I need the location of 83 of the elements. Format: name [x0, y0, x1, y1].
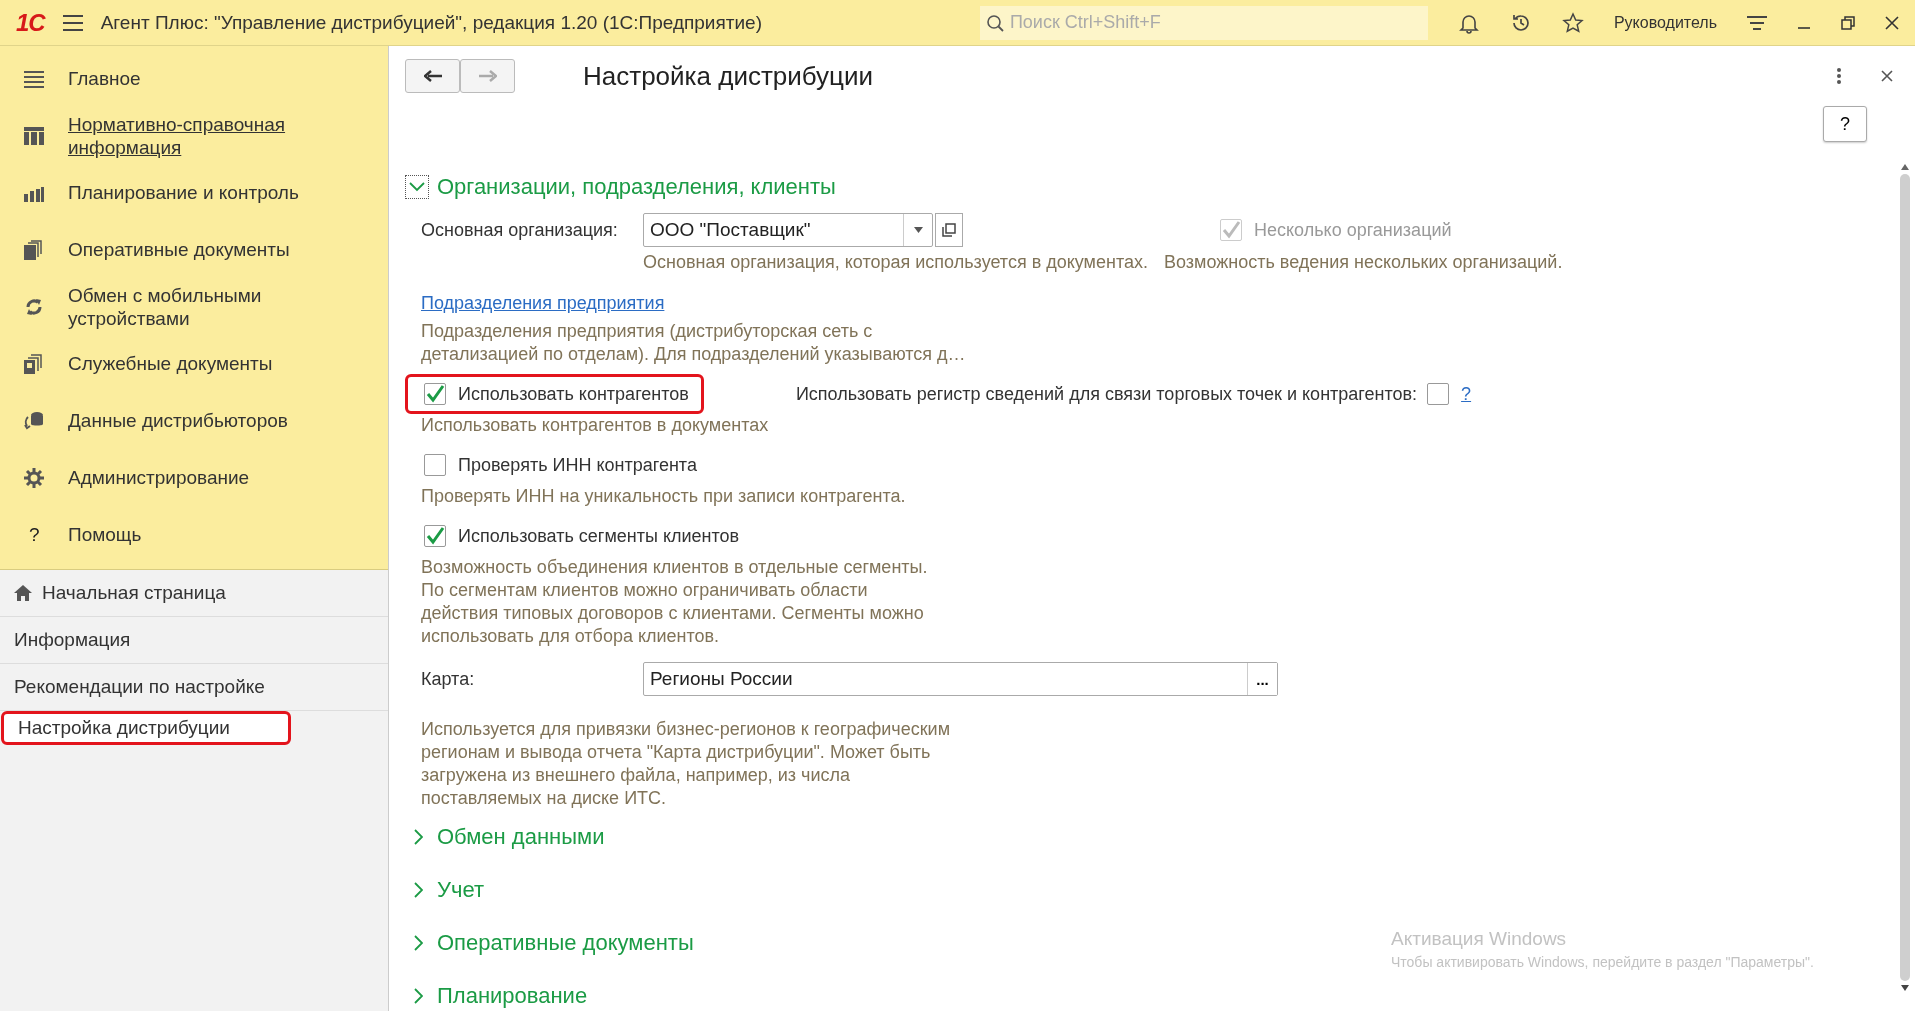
group-title[interactable]: Планирование: [437, 982, 588, 1009]
map-field[interactable]: Регионы России ...: [643, 662, 1278, 696]
checkbox[interactable]: [1427, 383, 1450, 405]
checkbox[interactable]: [424, 454, 446, 476]
scrollbar[interactable]: [1899, 164, 1911, 991]
left-arrow-icon: [423, 70, 442, 82]
group-title[interactable]: Организации, подразделения, клиенты: [437, 174, 836, 200]
checkbox-label: Использовать сегменты клиентов: [458, 525, 740, 547]
documents-icon: [24, 239, 42, 260]
chevron-icon: [413, 881, 423, 898]
search-field[interactable]: Поиск Ctrl+Shift+F: [979, 5, 1428, 40]
list-icon: [24, 69, 44, 88]
open-button[interactable]: [935, 213, 963, 247]
checkbox-label: Несколько организаций: [1254, 219, 1452, 241]
choose-button[interactable]: ...: [1247, 663, 1277, 695]
section-link[interactable]: Планирование и контроль: [68, 181, 328, 204]
checkbox-hint: Возможность ведения нескольких организаций.: [1164, 252, 1563, 273]
open-page-tab[interactable]: Информация: [0, 617, 388, 664]
section-link[interactable]: Помощь: [68, 523, 328, 546]
star-icon[interactable]: [1561, 11, 1584, 34]
checkbox-hint: Использовать контрагентов в документах: [420, 414, 770, 437]
checkbox-label: Использовать контрагентов: [458, 383, 689, 405]
section-link[interactable]: Оперативные документы: [68, 238, 328, 261]
divisions-link[interactable]: Подразделения предприятия: [421, 293, 665, 314]
sync-icon: [24, 296, 44, 317]
group-title[interactable]: Учет: [437, 876, 485, 903]
help-icon: ?: [24, 523, 40, 546]
restore-icon[interactable]: [1841, 15, 1855, 30]
table-icon: [24, 126, 44, 145]
field-label: Основная организация:: [421, 219, 619, 241]
chevron-icon: [409, 182, 425, 192]
group-title[interactable]: Обмен данными: [437, 823, 605, 850]
checkbox[interactable]: [424, 525, 446, 547]
expand-toggle[interactable]: [413, 828, 423, 845]
dropdown-icon: [913, 227, 923, 233]
scroll-up-icon[interactable]: [1901, 164, 1909, 170]
section-link[interactable]: Обмен с мобильными устройствами: [68, 283, 328, 330]
checkbox-hint: Проверять ИНН на уникальность при записи контрагента.: [420, 485, 907, 508]
open-page-tab[interactable]: Настройка дистрибуции: [1, 711, 291, 745]
settings-menu-icon[interactable]: [1747, 14, 1767, 31]
chevron-icon: [413, 828, 423, 845]
help-link[interactable]: ?: [1461, 383, 1472, 405]
section-link[interactable]: Данные дистрибьюторов: [68, 409, 328, 432]
field-hint: Основная организация, которая используется в документах.: [643, 252, 1148, 273]
window-title: Агент Плюс: "Управление дистрибуцией", редакция 1.20 (1С:Предприятие): [100, 11, 763, 34]
documents-icon: [24, 353, 42, 374]
section-link[interactable]: Администрирование: [68, 466, 328, 489]
gear-icon: [24, 467, 44, 488]
checkbox-label: Использовать регистр сведений для связи торговых точек и контрагентов:: [795, 383, 1418, 405]
database-icon: [24, 410, 44, 431]
field-label: Карта:: [421, 668, 476, 690]
checkbox[interactable]: [424, 383, 446, 405]
form-title: Настройка дистрибуции: [583, 60, 875, 92]
checkbox-hint: Возможность объединения клиентов в отдельные сегменты. По сегментам клиентов можно ограничивать области действия типовых договоров с клиентами. Сегменты можно использовать для отбора клиентов.: [420, 556, 929, 648]
back-button[interactable]: [405, 59, 460, 93]
link-hint: Подразделения предприятия (дистрибуторская сеть с детализацией по отделам). Для подразделений указываются д…: [420, 320, 967, 366]
chevron-icon: [413, 934, 423, 951]
group-title[interactable]: Оперативные документы: [437, 929, 694, 956]
help-button[interactable]: ?: [1823, 106, 1867, 142]
more-icon[interactable]: [1837, 68, 1841, 84]
search-icon: [985, 13, 1004, 32]
expand-toggle[interactable]: [413, 881, 423, 898]
activation-notice-text: Чтобы активировать Windows, перейдите в раздел "Параметры".: [1391, 954, 1814, 970]
section-link[interactable]: Главное: [68, 67, 328, 90]
close-icon[interactable]: [1881, 70, 1893, 82]
scroll-down-icon[interactable]: [1901, 985, 1909, 991]
expand-toggle[interactable]: [413, 987, 423, 1004]
field-hint: Используется для привязки бизнес-регионов к географическим регионам и вывода отчета "Карта дистрибуции". Может быть загружена из внешнего файла, например, из числа поставляемых на диске ИТС.: [420, 718, 952, 810]
menu-icon[interactable]: [62, 14, 83, 31]
checkbox-label: Проверять ИНН контрагента: [458, 454, 697, 476]
app-logo[interactable]: 1С: [16, 8, 45, 37]
user-name[interactable]: Руководитель: [1613, 13, 1717, 32]
collapse-toggle[interactable]: [405, 175, 429, 199]
activation-notice-title: Активация Windows: [1391, 928, 1568, 950]
open-page-tab[interactable]: Начальная страница: [0, 570, 388, 617]
close-icon[interactable]: [1885, 15, 1899, 30]
chevron-icon: [413, 987, 423, 1004]
expand-toggle[interactable]: [413, 934, 423, 951]
organization-select[interactable]: ООО "Поставщик": [643, 213, 933, 247]
right-arrow-icon: [478, 70, 497, 82]
open-window-icon: [942, 223, 956, 237]
section-link[interactable]: Служебные документы: [68, 352, 328, 375]
section-link[interactable]: Нормативно-справочная информация: [68, 112, 328, 159]
